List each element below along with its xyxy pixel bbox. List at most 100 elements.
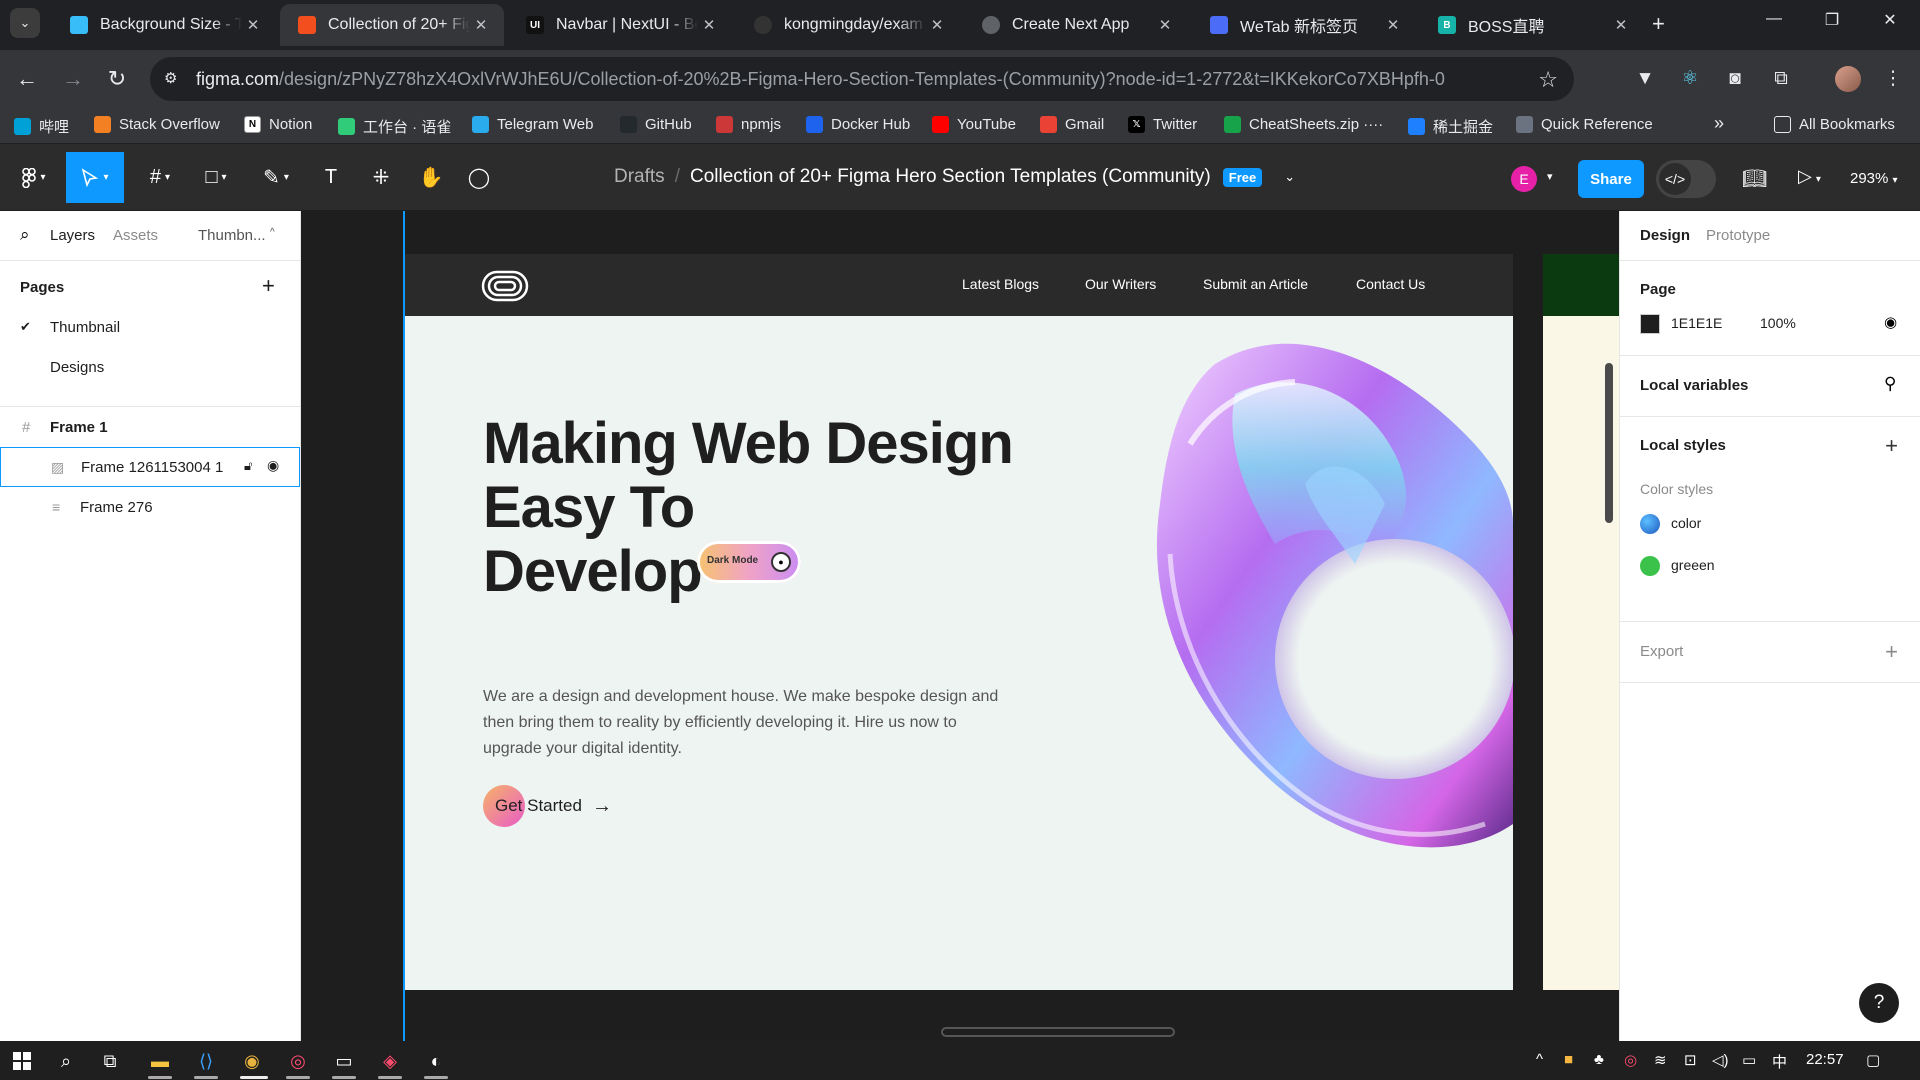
text-tool[interactable]: T (316, 152, 346, 203)
forward-icon[interactable]: → (58, 66, 88, 92)
profile-avatar[interactable] (1835, 66, 1861, 92)
wifi-icon[interactable]: ≋ (1654, 1051, 1667, 1069)
page-color-swatch[interactable] (1640, 314, 1660, 334)
tab-design[interactable]: Design (1640, 227, 1690, 244)
reload-icon[interactable]: ↻ (102, 66, 132, 92)
library-book-icon[interactable]: 📖︎ (1742, 166, 1767, 191)
bookmark-item[interactable]: Docker Hub (806, 116, 910, 133)
page-item-thumbnail[interactable]: ✔ Thumbnail (0, 307, 300, 347)
page-color-hex[interactable]: 1E1E1E (1671, 315, 1722, 331)
tab-assets[interactable]: Assets (113, 227, 158, 244)
terminal-icon[interactable]: ▭ (330, 1047, 358, 1075)
present-play-icon[interactable]: ▷ ▾ (1798, 166, 1821, 187)
chevron-down-icon[interactable]: ⌄ (1284, 169, 1295, 185)
bookmark-item[interactable]: Quick Reference (1516, 116, 1653, 133)
close-window-icon[interactable]: ✕ (1870, 10, 1910, 30)
tray-app-icon[interactable]: ♣ (1594, 1051, 1604, 1068)
file-explorer-icon[interactable]: ▬ (146, 1047, 174, 1075)
layer-frame-1261153004[interactable]: ▨ Frame 1261153004 1 🔓︎ ◉ (0, 447, 300, 487)
windows-start-icon[interactable] (8, 1047, 36, 1075)
file-name[interactable]: Collection of 20+ Figma Hero Section Tem… (690, 166, 1211, 188)
bookmark-star-icon[interactable]: ☆ (1538, 67, 1558, 93)
bookmark-item[interactable]: Telegram Web (472, 116, 593, 133)
task-view-icon[interactable]: ⧉ (96, 1047, 124, 1075)
figma-canvas[interactable]: Latest Blogs Our Writers Submit an Artic… (301, 211, 1619, 1041)
vscode-icon[interactable]: ⟨⟩ (192, 1047, 220, 1075)
close-tab-icon[interactable]: ✕ (1610, 16, 1632, 34)
url-text[interactable]: figma.com/design/zPNyZ78hzX4OxlVrWJhE6U/… (196, 69, 1445, 90)
dev-mode-toggle[interactable]: </> (1656, 160, 1716, 198)
browser-tab[interactable]: B BOSS直聘 ✕ (1420, 4, 1644, 46)
close-tab-icon[interactable]: ✕ (242, 16, 264, 34)
bookmark-item[interactable]: 𝕏 Twitter (1128, 116, 1197, 133)
new-tab-button[interactable]: + (1652, 12, 1665, 36)
extensions-puzzle-icon[interactable]: ⧉ (1768, 66, 1794, 92)
nav-latest-blogs[interactable]: Latest Blogs (962, 276, 1039, 292)
bookmark-item[interactable]: Gmail (1040, 116, 1104, 133)
browser-tab[interactable]: Collection of 20+ Fig ✕ (280, 4, 504, 46)
pen-tool[interactable]: ✎ ▾ (254, 152, 298, 203)
hero-frame[interactable]: Latest Blogs Our Writers Submit an Artic… (405, 254, 1513, 990)
chevron-down-icon[interactable]: ▾ (1547, 170, 1553, 183)
comment-tool[interactable]: ◯ (464, 152, 494, 203)
vpn-icon[interactable]: ⊡ (1684, 1051, 1697, 1069)
back-icon[interactable]: ← (12, 66, 42, 92)
bookmark-item[interactable]: 哔哩 (14, 116, 69, 137)
tray-music-icon[interactable]: ◎ (1624, 1051, 1637, 1069)
battery-icon[interactable]: ▭ (1742, 1051, 1756, 1069)
nav-submit-article[interactable]: Submit an Article (1203, 276, 1308, 292)
page-opacity[interactable]: 100% (1760, 315, 1796, 331)
notification-icon[interactable]: ▢ (1866, 1051, 1880, 1069)
breadcrumb-drafts[interactable]: Drafts (614, 166, 665, 188)
close-tab-icon[interactable]: ✕ (470, 16, 492, 34)
site-info-icon[interactable]: ⚙ (164, 69, 184, 89)
clock[interactable]: 22:57 (1806, 1051, 1844, 1068)
resources-tool[interactable]: ⁜ (366, 152, 396, 203)
search-icon[interactable]: ⌕ (52, 1047, 80, 1075)
browser-tab[interactable]: WeTab 新标签页 ✕ (1192, 4, 1416, 46)
close-tab-icon[interactable]: ✕ (1382, 16, 1404, 34)
bookmark-item[interactable]: CheatSheets.zip ···· (1224, 116, 1383, 133)
restore-icon[interactable]: ❐ (1812, 10, 1852, 30)
move-tool[interactable]: ▾ (66, 152, 124, 203)
browser-tab[interactable]: kongmingday/exam ✕ (736, 4, 960, 46)
tab-layers[interactable]: Layers (50, 227, 95, 244)
help-button[interactable]: ? (1859, 983, 1899, 1023)
jetbrains-icon[interactable]: ◈ (376, 1047, 404, 1075)
bookmark-item[interactable]: npmjs (716, 116, 781, 133)
tab-search-button[interactable]: ⌄ (10, 8, 40, 38)
bookmark-item[interactable]: 稀土掘金 (1408, 116, 1493, 137)
shape-tool[interactable]: □ ▾ (196, 152, 236, 203)
browser-tab[interactable]: Create Next App ✕ (964, 4, 1188, 46)
bookmark-item[interactable]: N Notion (244, 116, 312, 133)
chrome-icon[interactable]: ◉ (238, 1047, 266, 1075)
layer-frame-1[interactable]: # Frame 1 (0, 407, 300, 447)
qq-icon[interactable]: ◐ (422, 1047, 450, 1075)
extension-glasses-icon[interactable]: ◙ (1722, 66, 1748, 92)
local-variables-title[interactable]: Local variables (1640, 377, 1748, 394)
page-item-designs[interactable]: Designs (0, 347, 300, 387)
browser-menu-icon[interactable]: ⋮ (1880, 66, 1906, 92)
nav-our-writers[interactable]: Our Writers (1085, 276, 1156, 292)
style-green-name[interactable]: greeen (1671, 557, 1715, 573)
zoom-level[interactable]: 293% ▾ (1850, 170, 1898, 187)
search-icon[interactable]: ⌕ (20, 225, 30, 245)
netease-music-icon[interactable]: ◎ (284, 1047, 312, 1075)
bookmark-item[interactable]: YouTube (932, 116, 1016, 133)
bookmark-item[interactable]: GitHub (620, 116, 692, 133)
ime-indicator[interactable]: 中 (1772, 1051, 1787, 1072)
eye-icon[interactable]: ◉ (267, 457, 279, 474)
close-tab-icon[interactable]: ✕ (1154, 16, 1176, 34)
vertical-scrollbar[interactable] (1605, 363, 1613, 523)
address-bar[interactable]: ⚙ figma.com/design/zPNyZ78hzX4OxlVrWJhE6… (150, 57, 1574, 101)
share-button[interactable]: Share (1578, 160, 1644, 198)
add-style-icon[interactable]: + (1885, 435, 1898, 457)
page-switcher[interactable]: Thumbn... (198, 227, 266, 244)
tray-app-icon[interactable]: ■ (1564, 1051, 1573, 1068)
close-tab-icon[interactable]: ✕ (926, 16, 948, 34)
chevron-up-icon[interactable]: ^ (270, 227, 275, 238)
horizontal-scrollbar[interactable] (941, 1027, 1175, 1037)
add-export-icon[interactable]: + (1885, 641, 1898, 663)
unlock-icon[interactable]: 🔓︎ (244, 458, 252, 474)
user-avatar[interactable]: E (1511, 166, 1537, 192)
